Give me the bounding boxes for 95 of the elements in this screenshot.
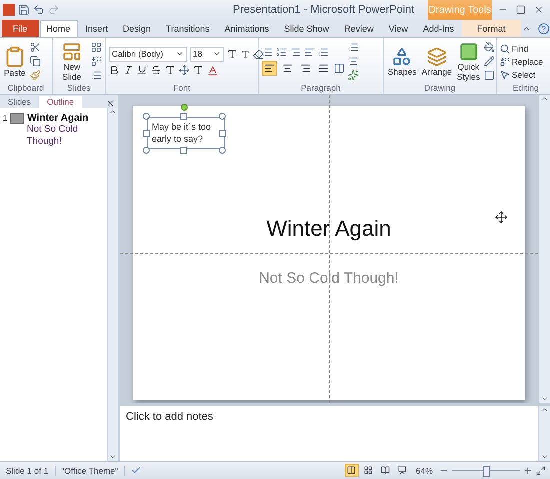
slide-layout-icon xyxy=(62,42,82,62)
ribbon-tab[interactable]: Format xyxy=(462,20,521,37)
slide-number: 1 xyxy=(3,114,8,123)
clipboard-icon xyxy=(4,46,26,68)
layers-icon xyxy=(426,46,447,66)
slide-icon[interactable] xyxy=(10,113,24,124)
resize-handle[interactable] xyxy=(219,147,226,154)
quick-styles-button[interactable]: Quick Styles xyxy=(456,42,482,82)
pane-tab[interactable]: Outline xyxy=(39,96,82,108)
shape-fill-icon[interactable] xyxy=(484,42,496,53)
ribbon-tab[interactable]: Design xyxy=(116,20,158,37)
resize-handle[interactable] xyxy=(143,113,150,120)
scroll-down-icon[interactable] xyxy=(540,453,548,461)
close-icon[interactable] xyxy=(534,5,544,15)
scroll-down-icon[interactable] xyxy=(540,395,548,403)
move-cursor-icon[interactable] xyxy=(495,211,508,224)
pane-tab[interactable]: Slides xyxy=(0,96,40,108)
layout-icon[interactable] xyxy=(91,42,102,53)
ribbon-tab[interactable]: Home xyxy=(40,20,78,37)
ribbon-tab[interactable]: View xyxy=(382,20,416,37)
outline-title: Winter Again xyxy=(27,113,89,124)
numbering-icon[interactable] xyxy=(276,47,287,58)
replace-button[interactable]: Replace xyxy=(500,56,544,66)
help-icon[interactable] xyxy=(538,23,550,35)
scroll-up-icon[interactable] xyxy=(540,406,548,414)
rotate-handle[interactable] xyxy=(181,104,188,111)
new-slide-button[interactable]: New Slide xyxy=(56,42,88,82)
notes-field[interactable]: Click to add notes xyxy=(120,406,538,461)
scroll-down-icon[interactable] xyxy=(109,453,117,461)
slide-counter: Slide 1 of 1 xyxy=(0,466,56,476)
cut-icon[interactable] xyxy=(30,42,41,53)
contextual-tab-label: Drawing Tools xyxy=(428,0,492,20)
arrange-button[interactable]: Arrange xyxy=(420,46,454,76)
copy-icon[interactable] xyxy=(30,56,41,67)
resize-handle[interactable] xyxy=(180,147,187,154)
font-size-field[interactable]: 18 xyxy=(190,46,224,62)
undo-icon[interactable] xyxy=(33,4,45,16)
outline-text: Not So Cold Though! xyxy=(26,124,80,148)
close-pane-icon[interactable] xyxy=(106,99,115,108)
scroll-up-icon[interactable] xyxy=(109,108,117,116)
group-label: Paragraph xyxy=(300,83,342,94)
font-color-icon[interactable] xyxy=(207,64,219,76)
scroll-up-icon[interactable] xyxy=(540,95,548,103)
group-label: Clipboard xyxy=(6,83,46,94)
group-label: Slides xyxy=(66,83,92,94)
ribbon-tab[interactable]: Insert xyxy=(78,20,116,37)
resize-handle[interactable] xyxy=(180,113,187,120)
dropdown-caret-icon xyxy=(176,50,184,58)
maximize-icon[interactable] xyxy=(516,5,526,15)
group-label: Drawing xyxy=(423,83,457,94)
spelling-icon[interactable] xyxy=(131,465,142,476)
ribbon-tab[interactable]: File xyxy=(2,20,39,37)
bold-icon[interactable] xyxy=(109,65,120,76)
replace-icon xyxy=(500,56,510,66)
zoom-slider[interactable] xyxy=(452,466,520,475)
shape-outline-icon[interactable] xyxy=(484,56,496,67)
shapes-button[interactable]: Shapes xyxy=(387,46,418,76)
ribbon-tab[interactable]: Review xyxy=(337,20,381,37)
slide-subtitle: Not So Cold Though! xyxy=(259,270,399,287)
shape-effects-icon[interactable] xyxy=(484,70,496,81)
zoom-in-icon[interactable] xyxy=(523,466,533,476)
group-label: Editing xyxy=(512,83,540,94)
strikethrough-icon[interactable] xyxy=(151,65,162,76)
italic-icon[interactable] xyxy=(123,65,134,76)
group-label: Font xyxy=(172,83,192,94)
window-title: Presentation1 - Microsoft PowerPoint xyxy=(233,4,416,16)
paste-button[interactable]: Paste xyxy=(3,46,27,78)
columns-icon[interactable] xyxy=(334,63,345,74)
underline-icon[interactable] xyxy=(137,65,148,76)
smartart-icon[interactable] xyxy=(348,70,359,81)
align-text-icon[interactable] xyxy=(348,56,359,67)
resize-handle[interactable] xyxy=(143,147,150,154)
slide-title: Winter Again xyxy=(266,216,392,242)
shapes-icon xyxy=(392,46,412,66)
fit-to-window-icon[interactable] xyxy=(536,466,546,476)
resize-handle[interactable] xyxy=(143,130,150,137)
ribbon-tab[interactable]: Transitions xyxy=(159,20,217,37)
resize-handle[interactable] xyxy=(219,113,226,120)
pointer-icon xyxy=(500,70,510,80)
ribbon-tab[interactable]: Add-Ins xyxy=(416,20,462,37)
align-left-icon[interactable] xyxy=(262,61,277,76)
font-name-field[interactable]: Calibri (Body) xyxy=(109,46,187,62)
clear-formatting-icon[interactable] xyxy=(253,48,264,60)
search-icon xyxy=(500,44,510,54)
style-swatch-icon xyxy=(458,42,479,62)
normal-view-button[interactable] xyxy=(344,464,359,477)
theme-name: "Office Theme" xyxy=(56,466,126,476)
ribbon-tab[interactable]: Slide Show xyxy=(277,20,336,37)
dropdown-caret-icon xyxy=(213,50,221,58)
save-icon[interactable] xyxy=(18,4,30,16)
find-button[interactable]: Find xyxy=(500,44,544,54)
ribbon-tab[interactable]: Animations xyxy=(218,20,276,37)
select-button[interactable]: Select xyxy=(500,70,544,80)
zoom-level[interactable]: 64% xyxy=(412,466,436,476)
resize-handle[interactable] xyxy=(219,130,226,137)
